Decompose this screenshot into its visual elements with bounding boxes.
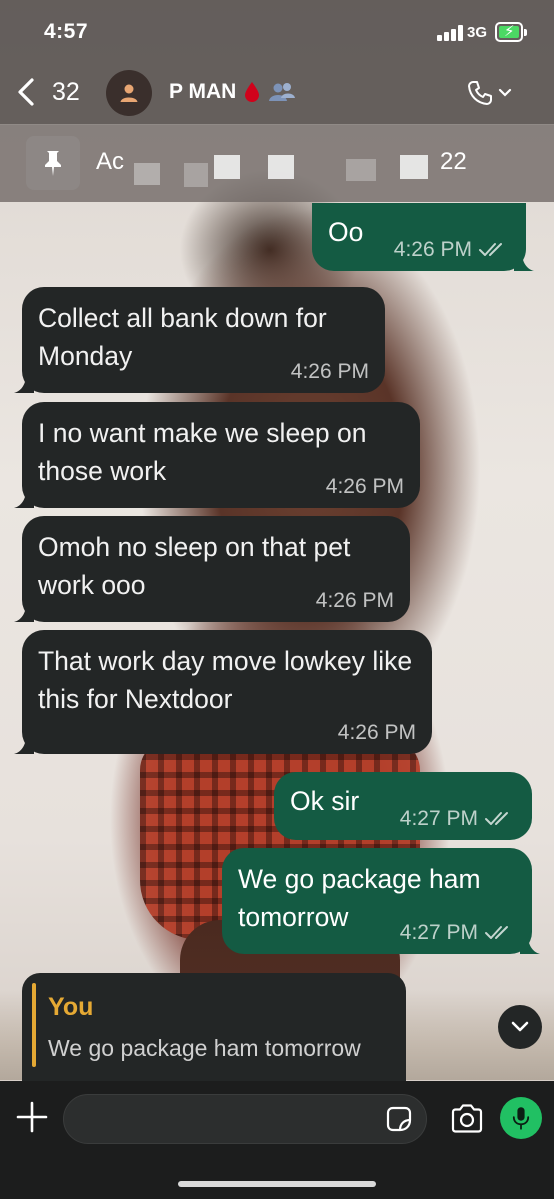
blood-drop-emoji [245, 82, 260, 102]
message-bubble-outgoing[interactable]: We go package ham tomorrow 4:27 PM [222, 848, 540, 954]
message-bubble-incoming[interactable]: Collect all bank down for Monday 4:26 PM [14, 287, 385, 393]
bubble-tail [14, 375, 34, 393]
message-bubble-incoming[interactable]: I no want make we sleep on those work 4:… [14, 402, 420, 508]
message-time: 4:26 PM [315, 589, 394, 612]
chat-header: 4:57 3G ⚡ 32 P MAN [0, 0, 554, 124]
sticker-icon[interactable] [385, 1105, 413, 1133]
camera-icon[interactable] [449, 1102, 485, 1136]
contact-name: P MAN [169, 80, 237, 103]
message-text: Omoh no sleep on that pet work ooo [38, 532, 351, 600]
people-emoji [269, 83, 296, 101]
back-button[interactable]: 32 [14, 70, 94, 114]
bubble-tail [14, 736, 34, 754]
chevron-down-icon [498, 88, 512, 97]
reply-accent-bar [32, 983, 36, 1067]
message-time: 4:26 PM [337, 721, 416, 744]
nav-row: 32 P MAN [0, 66, 554, 120]
message-text: Oo [328, 217, 364, 247]
phone-icon [468, 81, 492, 105]
battery-charging-icon: ⚡ [495, 22, 527, 42]
message-bubble-incoming[interactable]: Omoh no sleep on that pet work ooo 4:26 … [14, 516, 410, 622]
message-time: 4:27 PM [399, 807, 478, 830]
redaction-block [184, 163, 208, 187]
bubble-tail [14, 604, 34, 622]
message-bubble-outgoing[interactable]: Ok sir 4:27 PM [274, 772, 532, 840]
message-text: Collect all bank down for Monday [38, 303, 327, 371]
contact-avatar[interactable] [106, 70, 152, 116]
message-time: 4:27 PM [399, 921, 478, 944]
microphone-button[interactable] [500, 1097, 542, 1139]
scroll-to-bottom-button[interactable] [498, 1005, 542, 1049]
bubble-tail [14, 490, 34, 508]
bubble-tail [514, 253, 534, 271]
contact-name-button[interactable]: P MAN [169, 80, 296, 104]
pinned-text-suffix: 22 [440, 148, 467, 175]
redaction-block [400, 155, 428, 179]
chevron-down-icon [511, 1021, 529, 1032]
redaction-block [268, 155, 294, 179]
signal-icon [437, 25, 463, 41]
read-ticks-icon [479, 243, 502, 256]
redaction-block [134, 163, 160, 185]
reply-author: You [48, 993, 94, 1021]
redaction-block [346, 159, 376, 181]
network-type: 3G [467, 24, 488, 41]
call-button[interactable] [466, 76, 522, 110]
message-bubble-outgoing[interactable]: Oo 4:26 PM [312, 203, 534, 271]
message-text: Ok sir [290, 786, 360, 816]
redaction-block [214, 155, 240, 179]
pinned-message-bar[interactable]: Ac 22 [0, 124, 554, 202]
pinned-text-prefix: Ac [96, 148, 125, 175]
chevron-left-icon [18, 78, 34, 106]
message-composer [0, 1081, 554, 1199]
microphone-icon [512, 1107, 530, 1130]
message-text: That work day move lowkey like this for … [38, 646, 413, 714]
bubble-tail [520, 936, 540, 954]
home-indicator [178, 1181, 376, 1187]
pin-icon [26, 136, 80, 190]
status-bar: 4:57 3G ⚡ [0, 0, 554, 58]
status-time: 4:57 [44, 20, 89, 43]
message-time: 4:26 PM [290, 360, 369, 383]
unread-count: 32 [52, 77, 80, 106]
message-text: I no want make we sleep on those work [38, 418, 367, 486]
reply-text: We go package ham tomorrow [48, 1035, 361, 1061]
avatar-person-icon [120, 84, 138, 102]
message-input[interactable] [63, 1094, 427, 1144]
message-time: 4:26 PM [325, 475, 404, 498]
message-bubble-incoming[interactable]: That work day move lowkey like this for … [14, 630, 432, 754]
message-time: 4:26 PM [393, 238, 472, 261]
reply-preview[interactable]: You We go package ham tomorrow [22, 973, 406, 1081]
read-ticks-icon [485, 812, 508, 825]
read-ticks-icon [485, 926, 508, 939]
plus-icon[interactable] [14, 1099, 50, 1135]
